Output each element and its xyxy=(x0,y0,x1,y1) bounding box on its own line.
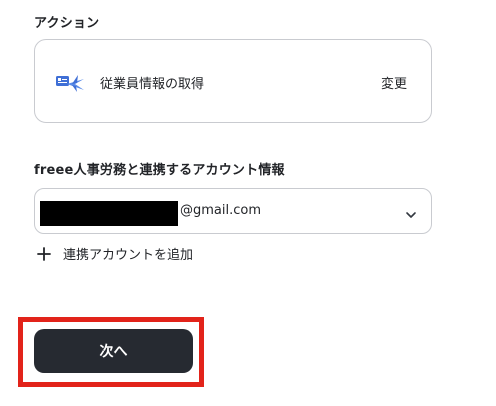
account-section-title: freee人事労務と連携するアカウント情報 xyxy=(34,163,285,178)
chevron-down-icon xyxy=(405,206,417,218)
add-account-button[interactable]: 連携アカウントを追加 xyxy=(37,243,193,263)
redaction-block xyxy=(40,201,178,226)
account-select[interactable]: @gmail.com xyxy=(34,188,432,234)
action-card: 従業員情報の取得 変更 xyxy=(34,39,432,123)
plus-icon xyxy=(37,246,51,261)
next-button[interactable]: 次へ xyxy=(34,329,193,373)
action-section-title: アクション xyxy=(34,16,100,31)
add-account-label: 連携アカウントを追加 xyxy=(63,247,194,263)
action-name: 従業員情報の取得 xyxy=(100,77,205,92)
change-action-button[interactable]: 変更 xyxy=(381,73,407,92)
freee-hr-icon xyxy=(54,71,88,95)
